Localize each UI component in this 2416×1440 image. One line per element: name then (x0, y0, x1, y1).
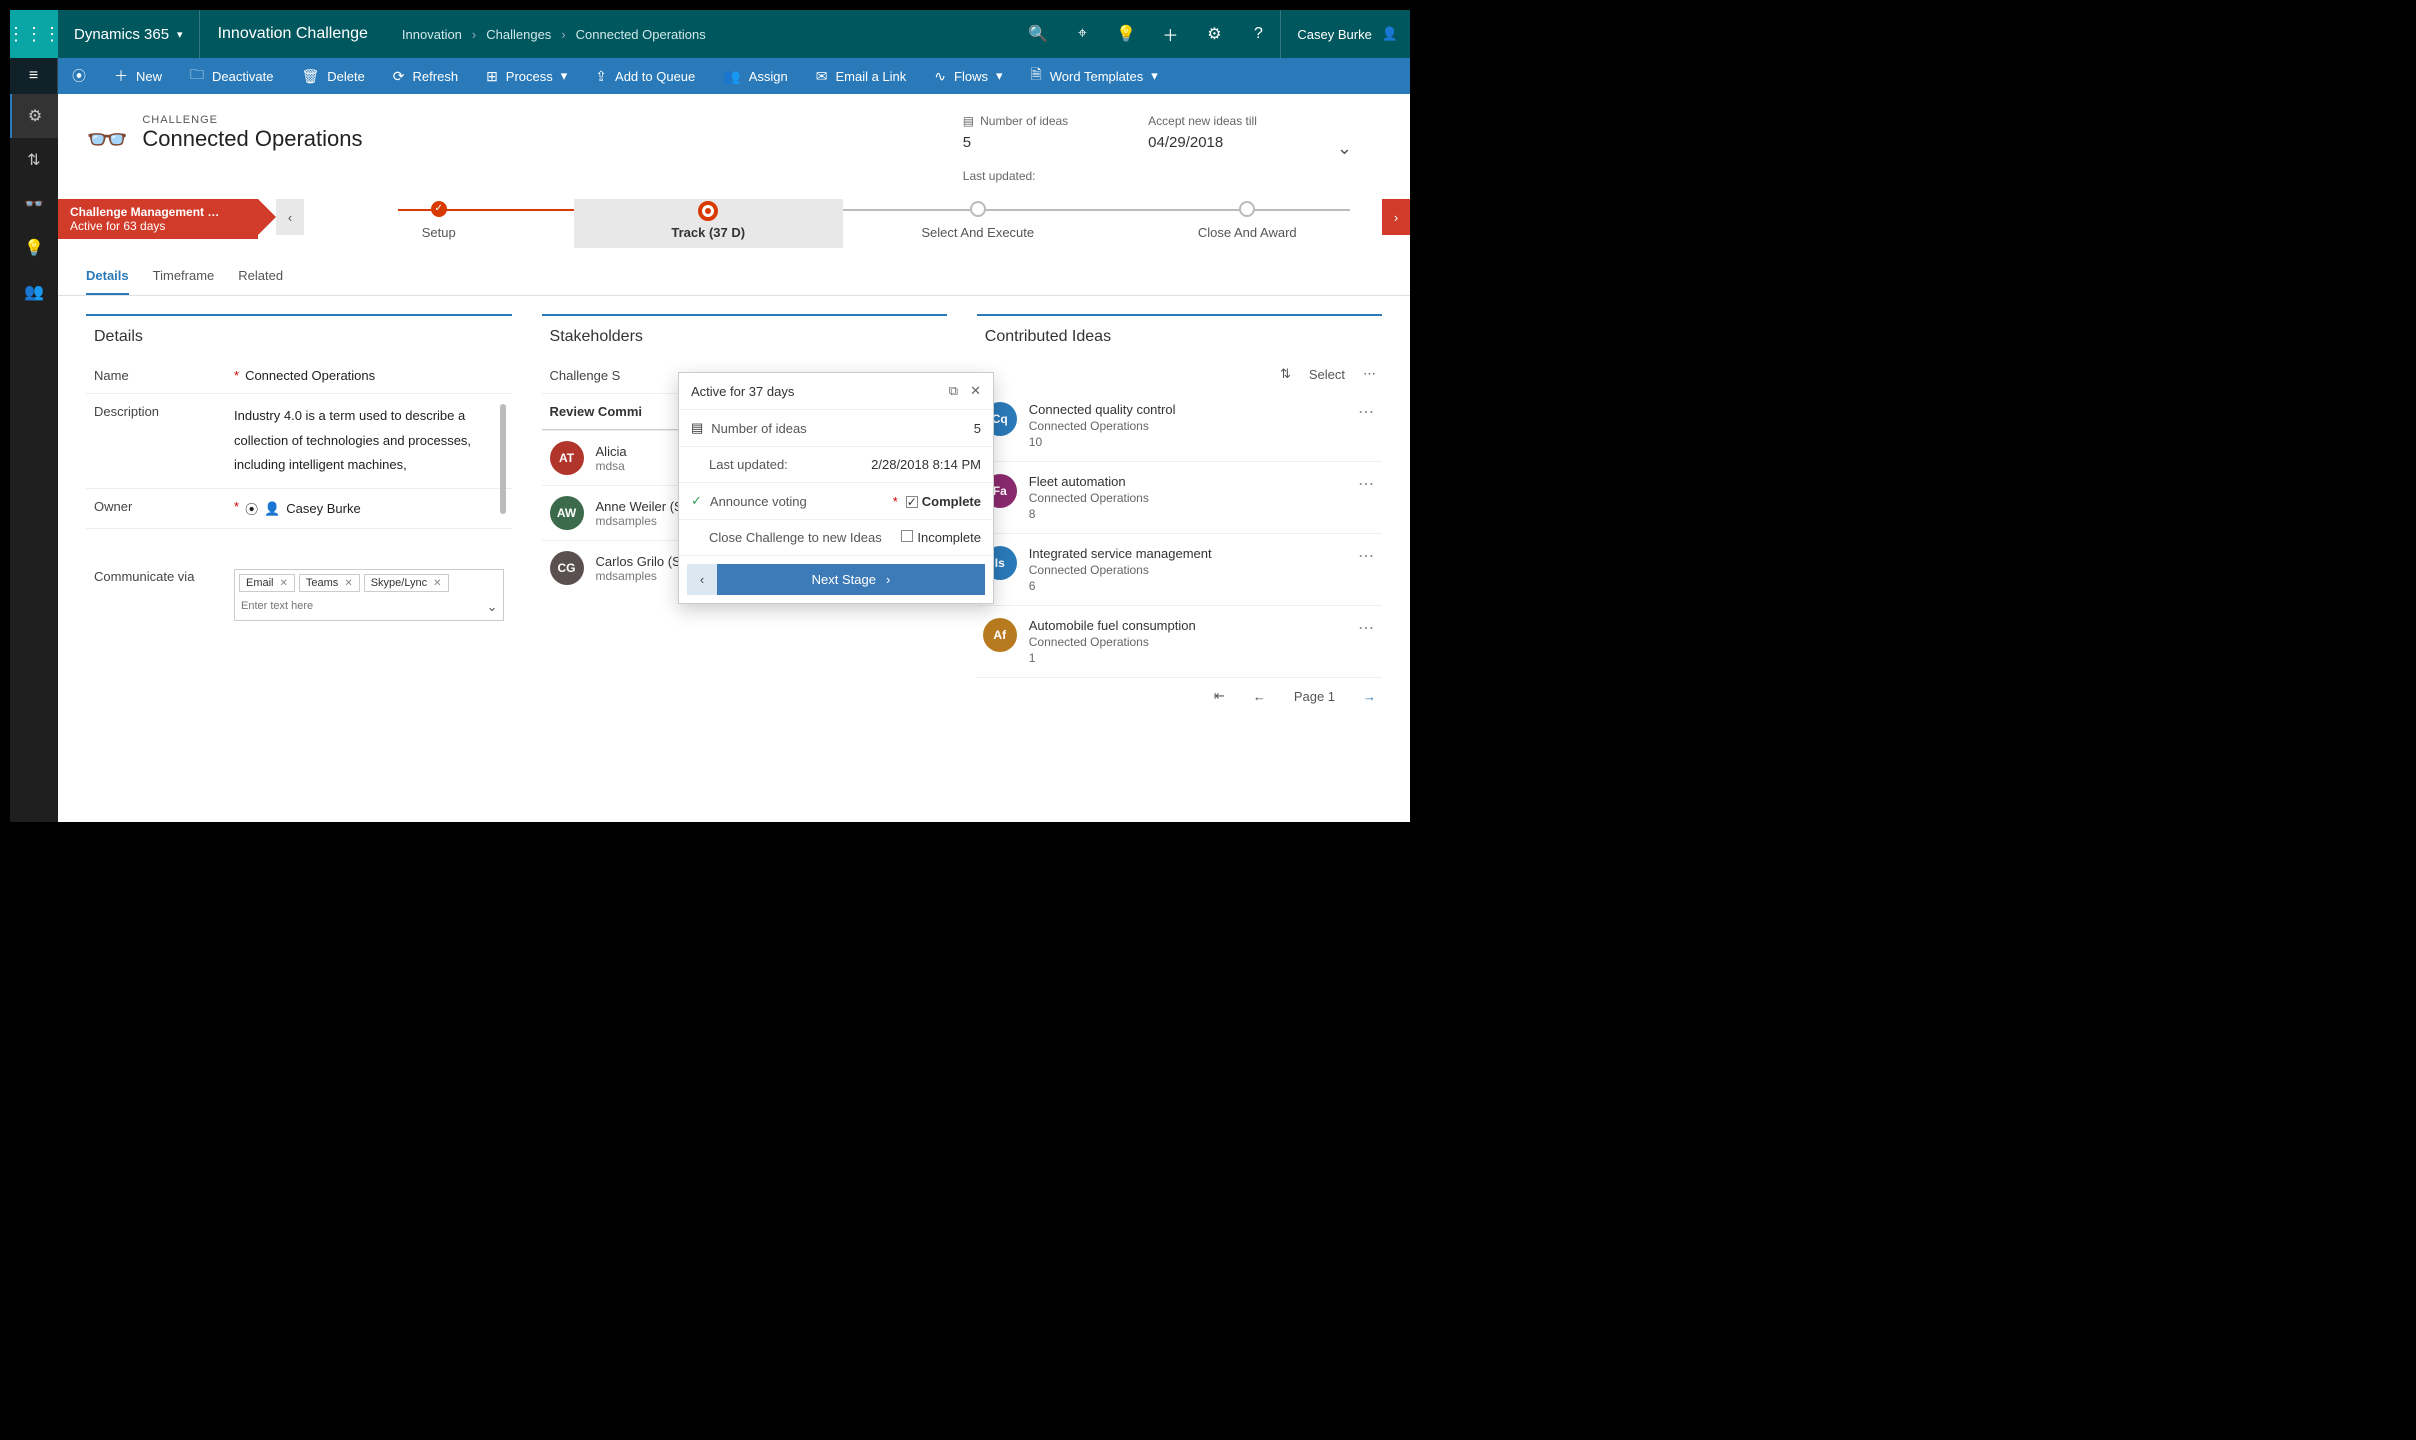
chip[interactable]: Skype/Lync✕ (364, 574, 449, 592)
next-page-icon[interactable]: → (1363, 689, 1376, 704)
page-label: Page 1 (1294, 689, 1335, 704)
refresh-button[interactable]: ⟳Refresh (379, 58, 472, 94)
record-icon: 👓 (86, 120, 128, 160)
next-stage-button[interactable]: Next Stage› (717, 564, 985, 595)
description-field[interactable]: Industry 4.0 is a term used to describe … (234, 404, 490, 478)
breadcrumb: Innovation› Challenges› Connected Operat… (386, 27, 722, 42)
app-title: Innovation Challenge (199, 10, 386, 58)
app-launcher-icon[interactable]: ⋮⋮⋮ (10, 10, 58, 58)
assign-button[interactable]: 👥Assign (709, 58, 801, 94)
flows-button[interactable]: ∿Flows▾ (920, 58, 1016, 94)
user-menu[interactable]: Casey Burke👤 (1280, 10, 1410, 58)
remove-icon[interactable]: ✕ (280, 578, 288, 589)
owner-field[interactable]: ⦿👤Casey Burke (245, 499, 503, 518)
tab-details[interactable]: Details (86, 264, 129, 295)
communicate-field[interactable]: Email✕ Teams✕ Skype/Lync✕ (234, 569, 504, 621)
prev-page-icon[interactable]: ← (1253, 689, 1266, 704)
popout-icon[interactable]: ⧉ (949, 383, 958, 399)
more-icon[interactable]: ⋯ (1363, 366, 1376, 382)
ideas-count: 5 (963, 134, 1068, 151)
tab-related[interactable]: Related (238, 264, 283, 295)
stage-node-current[interactable] (698, 201, 718, 221)
queue-button[interactable]: ⇪Add to Queue (581, 58, 709, 94)
close-icon[interactable]: ✕ (970, 383, 981, 399)
delete-button[interactable]: 🗑Delete (287, 58, 378, 94)
checkbox[interactable]: ✓ (906, 496, 918, 508)
avatar: AW (550, 496, 584, 530)
first-page-icon[interactable]: ⇤ (1214, 688, 1225, 704)
expand-header[interactable]: ⌄ (1337, 114, 1352, 183)
stage-node[interactable] (970, 201, 986, 217)
chevron-down-icon[interactable]: ⌄ (487, 599, 498, 615)
section-heading: Details (86, 316, 512, 358)
accept-date: 04/29/2018 (1148, 134, 1257, 151)
remove-icon[interactable]: ✕ (344, 578, 352, 589)
more-icon[interactable]: ⋯ (1358, 474, 1376, 494)
avatar: Af (983, 618, 1017, 652)
remove-icon[interactable]: ✕ (433, 578, 441, 589)
last-updated-label: Last updated: (963, 169, 1068, 183)
chip-input[interactable] (239, 596, 499, 616)
more-icon[interactable]: ⋯ (1358, 402, 1376, 422)
crumb[interactable]: Innovation (402, 27, 462, 42)
stage-prev[interactable]: ‹ (276, 199, 304, 235)
avatar: AT (550, 441, 584, 475)
person-icon: 👤 (264, 501, 280, 517)
select-button[interactable]: Select (1309, 367, 1345, 382)
recent-icon[interactable]: ⦿ (58, 58, 100, 94)
chip[interactable]: Email✕ (239, 574, 295, 592)
process-button[interactable]: ⊞Process▾ (472, 58, 581, 94)
avatar: CG (550, 551, 584, 585)
section-heading: Stakeholders (542, 316, 947, 358)
task-icon[interactable]: ⌖ (1060, 10, 1104, 58)
nav-item[interactable]: 👥 (10, 270, 58, 314)
deactivate-button[interactable]: 🗀Deactivate (176, 58, 287, 94)
search-icon[interactable]: 🔍 (1016, 10, 1060, 58)
stage-node-done[interactable]: ✓ (431, 201, 447, 217)
stage-node[interactable] (1239, 201, 1255, 217)
prev-stage-button[interactable]: ‹ (687, 564, 717, 595)
chevron-down-icon: ▾ (177, 28, 183, 41)
scrollbar[interactable] (500, 404, 506, 514)
list-item[interactable]: IsIntegrated service managementConnected… (977, 534, 1382, 606)
checkbox[interactable] (901, 530, 913, 542)
list-item[interactable]: CqConnected quality controlConnected Ope… (977, 390, 1382, 462)
nav-item[interactable]: 💡 (10, 226, 58, 270)
tab-timeframe[interactable]: Timeframe (153, 264, 215, 295)
brand[interactable]: Dynamics 365▾ (58, 26, 199, 43)
nav-toggle[interactable]: ≡ (10, 58, 58, 94)
entity-label: CHALLENGE (142, 114, 362, 126)
new-button[interactable]: ＋New (100, 58, 176, 94)
person-icon: 👤 (1382, 26, 1398, 42)
more-icon[interactable]: ⋯ (1358, 546, 1376, 566)
list-item[interactable]: AfAutomobile fuel consumptionConnected O… (977, 606, 1382, 678)
crumb[interactable]: Challenges (486, 27, 551, 42)
process-card[interactable]: Challenge Management … Active for 63 day… (58, 199, 258, 239)
help-icon[interactable]: ? (1236, 10, 1280, 58)
lock-icon: ▤ (963, 114, 974, 128)
gear-icon[interactable]: ⚙ (1192, 10, 1236, 58)
crumb[interactable]: Connected Operations (576, 27, 706, 42)
lightbulb-icon[interactable]: 💡 (1104, 10, 1148, 58)
page-title: Connected Operations (142, 126, 362, 152)
word-templates-button[interactable]: 🗎Word Templates▾ (1017, 58, 1172, 94)
plus-icon[interactable]: ＋ (1148, 10, 1192, 58)
stage-flyout: Active for 37 days⧉✕ ▤Number of ideas5 L… (678, 372, 994, 604)
nav-item[interactable]: ⇅ (10, 138, 58, 182)
chip[interactable]: Teams✕ (299, 574, 360, 592)
name-field[interactable]: Connected Operations (245, 368, 503, 383)
email-link-button[interactable]: ✉Email a Link (802, 58, 921, 94)
nav-item[interactable]: ⚙ (10, 94, 58, 138)
stage-next[interactable]: › (1382, 199, 1410, 235)
nav-item[interactable]: 👓 (10, 182, 58, 226)
list-options-icon[interactable]: ⇅ (1280, 366, 1291, 382)
list-item[interactable]: FaFleet automationConnected Operations8⋯ (977, 462, 1382, 534)
section-heading: Contributed Ideas (977, 316, 1382, 358)
more-icon[interactable]: ⋯ (1358, 618, 1376, 638)
